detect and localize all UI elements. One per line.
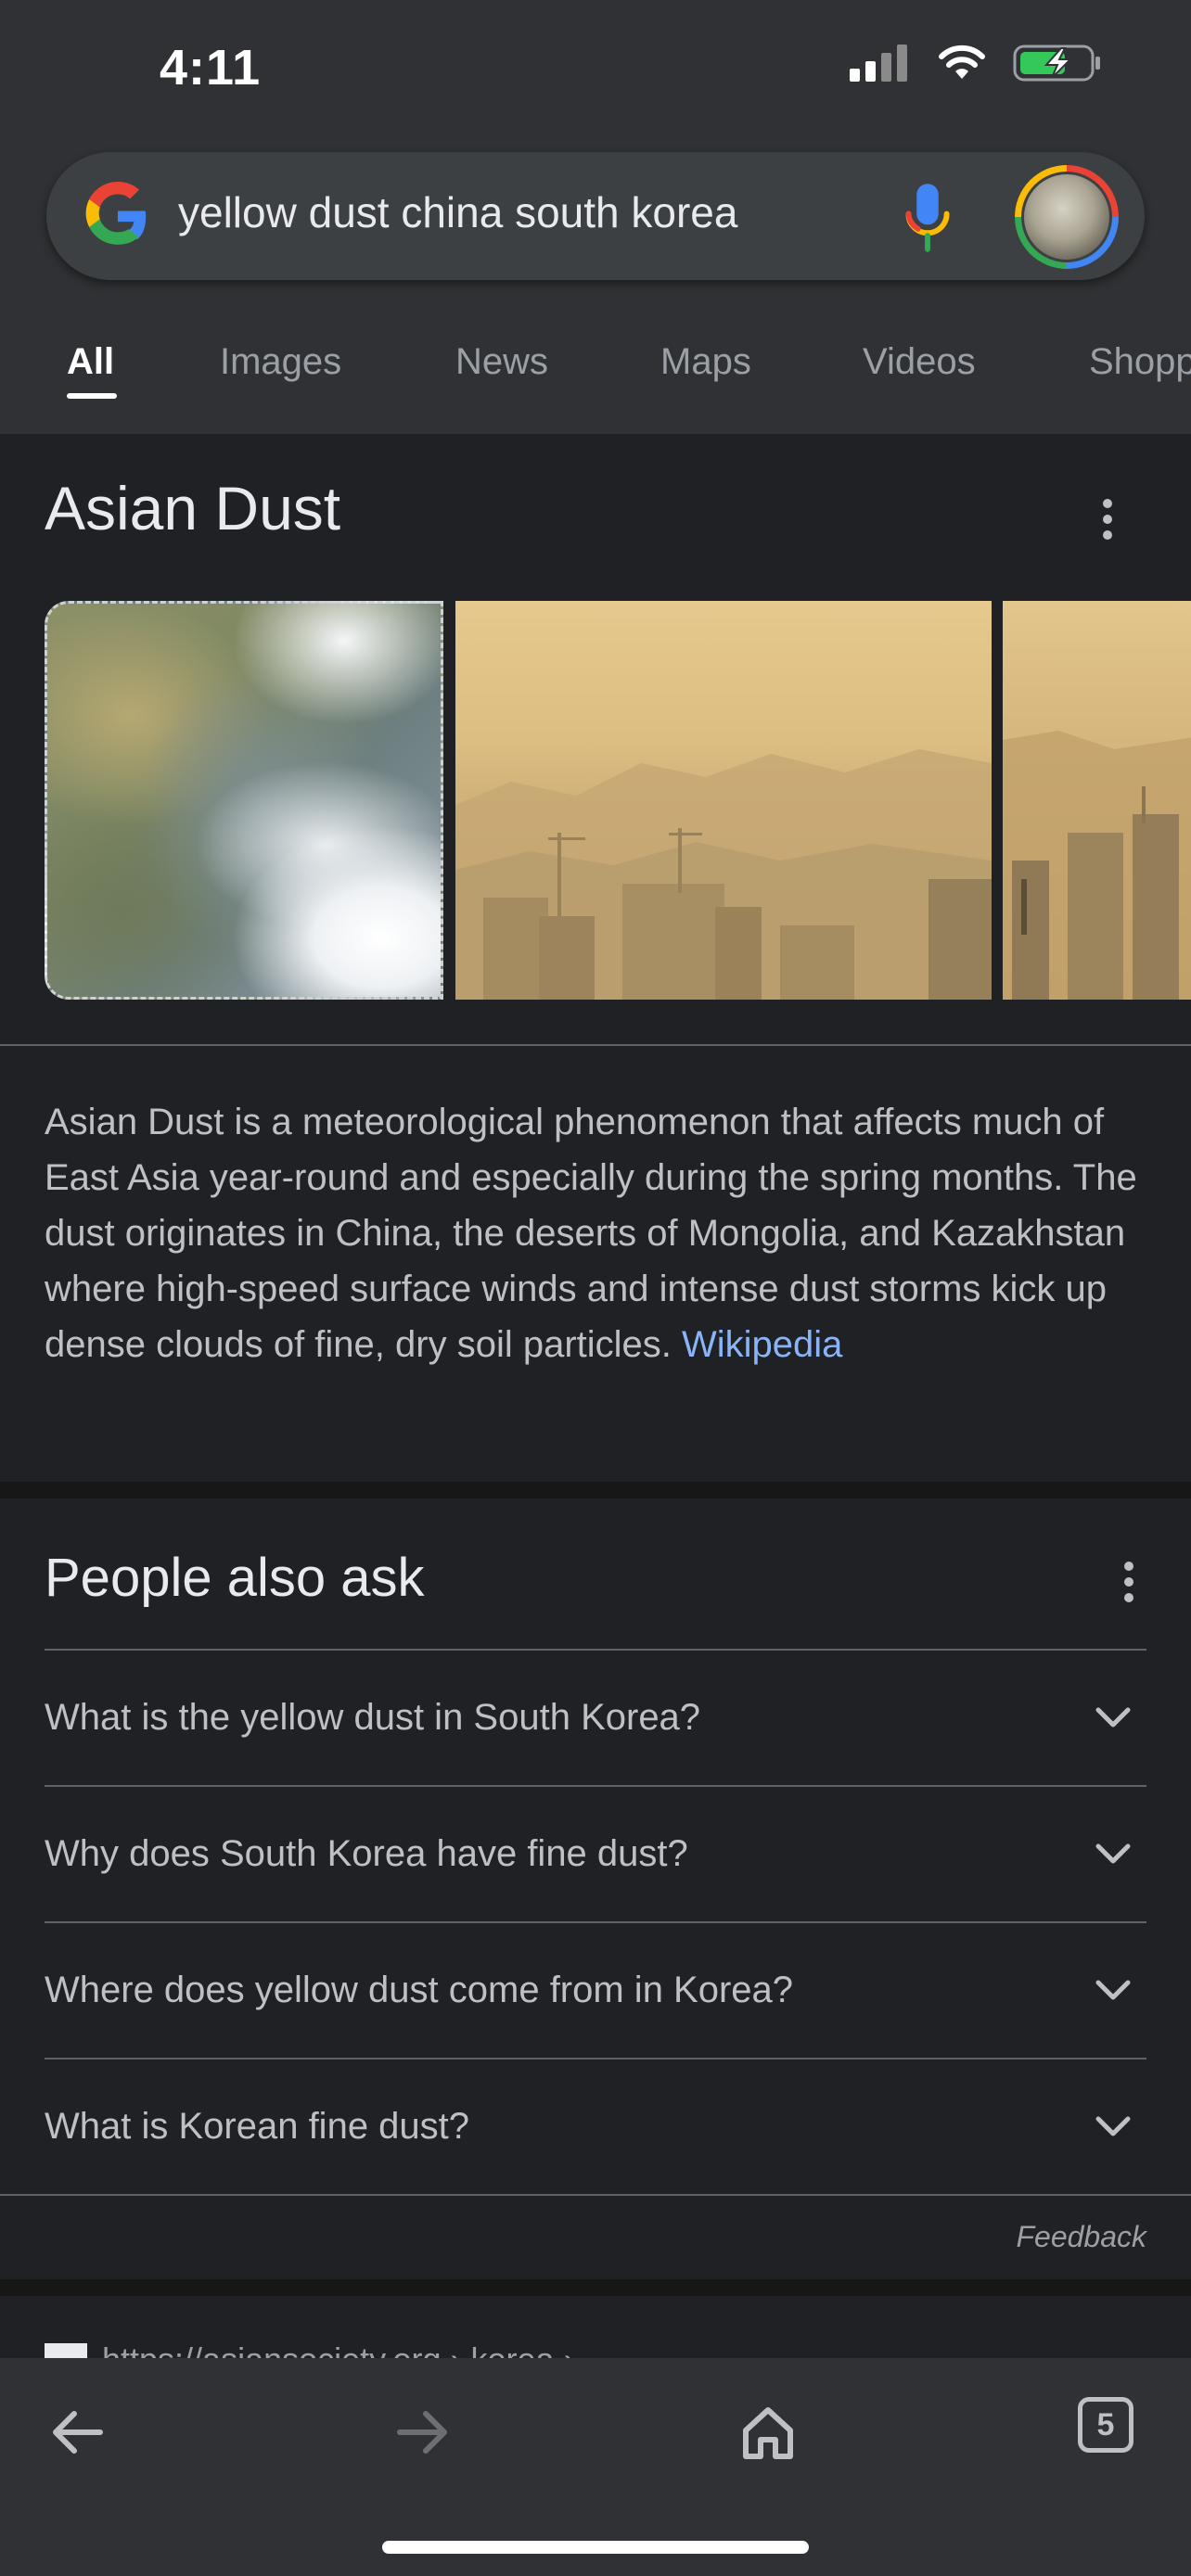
more-options-icon[interactable] [1122, 1562, 1135, 1604]
tab-videos[interactable]: Videos [863, 341, 976, 383]
tab-all[interactable]: All [67, 341, 114, 383]
hazy-skyline-graphic-2 [1003, 731, 1191, 1000]
question-row[interactable]: What is Korean fine dust? [45, 2058, 1146, 2196]
status-bar: 4:11 [0, 0, 1191, 139]
search-input[interactable]: yellow dust china south korea [178, 187, 737, 237]
chevron-down-icon [1095, 1980, 1131, 2000]
tab-shopping[interactable]: Shopp [1089, 341, 1191, 383]
home-icon[interactable] [731, 2395, 805, 2469]
tab-switcher-button[interactable]: 5 [1078, 2397, 1133, 2453]
knowledge-panel-title: Asian Dust [45, 474, 341, 542]
google-logo-icon [85, 182, 147, 245]
wifi-icon [939, 45, 985, 79]
people-also-ask-bottom-divider [0, 2194, 1191, 2196]
search-box[interactable]: yellow dust china south korea [46, 152, 1145, 280]
people-also-ask: People also ask What is the yellow dust … [0, 1498, 1191, 2196]
search-area: yellow dust china south korea [0, 139, 1191, 295]
question-text: What is Korean fine dust? [45, 2106, 470, 2147]
tab-maps[interactable]: Maps [660, 341, 751, 383]
people-also-ask-title: People also ask [45, 1548, 425, 1608]
search-tabs: All Images News Maps Videos Shopp [0, 295, 1191, 434]
description-text: Asian Dust is a meteorological phenomeno… [45, 1102, 1137, 1365]
home-indicator[interactable] [382, 2541, 809, 2554]
next-result-url[interactable]: https://asiansociety.org › korea › ... [102, 2340, 612, 2359]
knowledge-panel-description: Asian Dust is a meteorological phenomeno… [45, 1094, 1148, 1372]
status-icons [850, 43, 1102, 83]
knowledge-panel: Asian Dust Asian Dust is a meteorologica… [0, 434, 1191, 1482]
question-row[interactable]: What is the yellow dust in South Korea? [45, 1649, 1146, 1787]
more-options-icon[interactable] [1101, 499, 1114, 542]
hazy-city-image[interactable] [455, 601, 992, 1000]
feedback-link[interactable]: Feedback [1016, 2220, 1146, 2254]
account-avatar[interactable] [1015, 165, 1119, 269]
microphone-icon[interactable] [904, 184, 951, 252]
back-arrow-icon[interactable] [41, 2395, 115, 2469]
hazy-skyline-graphic [455, 749, 992, 1000]
status-time: 4:11 [160, 40, 262, 96]
hazy-city-image-2[interactable] [1003, 601, 1191, 1000]
tab-count: 5 [1096, 2406, 1115, 2442]
image-carousel[interactable] [45, 601, 1191, 1000]
tab-images[interactable]: Images [220, 341, 341, 383]
section-separator [0, 2279, 1191, 2296]
question-text: What is the yellow dust in South Korea? [45, 1697, 701, 1738]
avatar-photo [1021, 172, 1112, 262]
question-row[interactable]: Where does yellow dust come from in Kore… [45, 1921, 1146, 2060]
question-row[interactable]: Why does South Korea have fine dust? [45, 1785, 1146, 1923]
chevron-down-icon [1095, 1707, 1131, 1728]
chevron-down-icon [1095, 1843, 1131, 1864]
chevron-down-icon [1095, 2116, 1131, 2136]
tab-news[interactable]: News [455, 341, 548, 383]
question-text: Where does yellow dust come from in Kore… [45, 1970, 794, 2010]
section-separator [0, 1482, 1191, 1498]
question-text: Why does South Korea have fine dust? [45, 1833, 688, 1874]
active-tab-indicator [67, 393, 117, 399]
site-favicon-icon [45, 2343, 87, 2358]
forward-arrow-icon[interactable] [385, 2395, 459, 2469]
wikipedia-link[interactable]: Wikipedia [682, 1324, 842, 1365]
knowledge-panel-divider [0, 1044, 1191, 1046]
cellular-signal-icon [850, 45, 907, 82]
satellite-dust-image[interactable] [45, 601, 443, 1000]
battery-charging-icon [1013, 45, 1100, 82]
